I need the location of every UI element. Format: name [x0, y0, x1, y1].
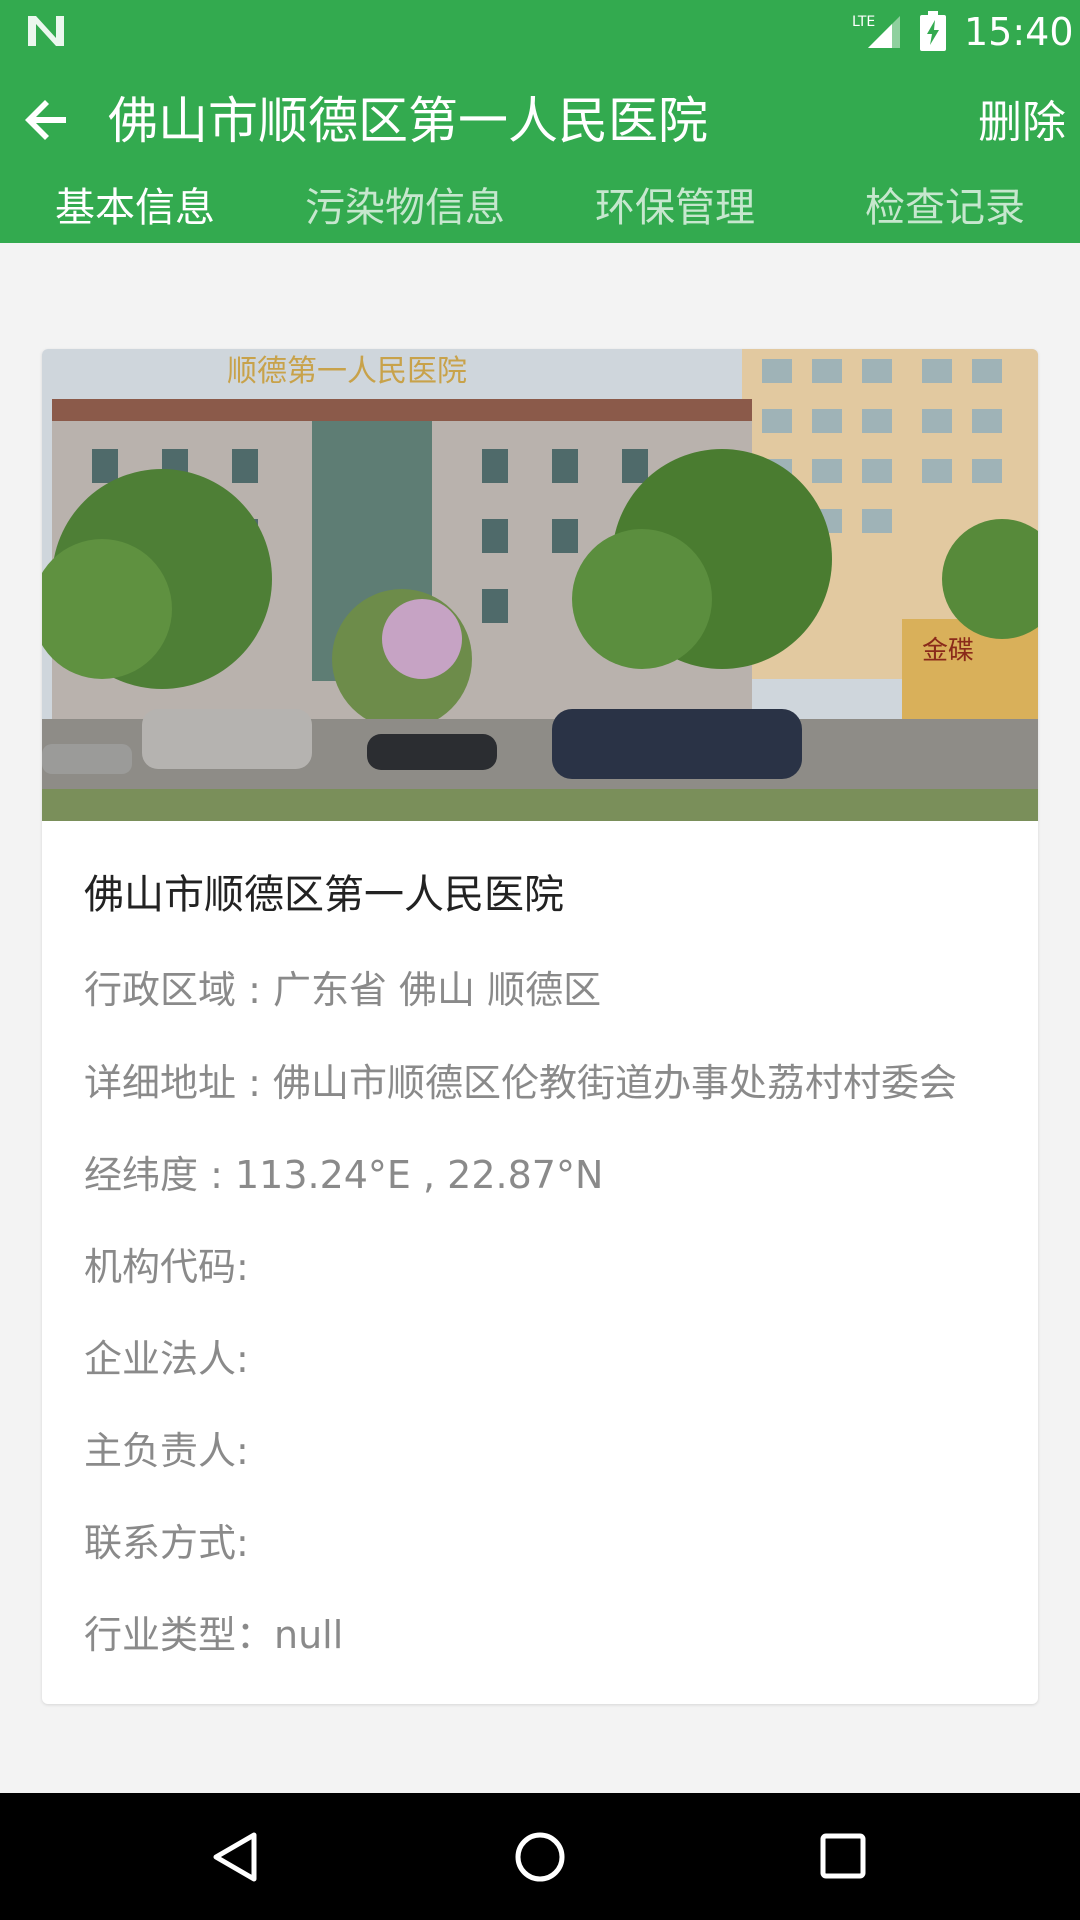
- delete-button[interactable]: 删除: [978, 95, 1066, 151]
- battery-charging-icon: [920, 11, 946, 51]
- info-contact: 联系方式:: [84, 1521, 249, 1565]
- info-address: 详细地址 : 佛山市顺德区伦教街道办事处荔村村委会: [84, 1061, 957, 1105]
- status-time: 15:40: [964, 10, 1074, 54]
- network-label: LTE: [852, 14, 875, 30]
- card-title: 佛山市顺德区第一人民医院: [84, 872, 564, 918]
- tab-inspection-records[interactable]: 检查记录: [810, 173, 1080, 243]
- info-industry-type: 行业类型：null: [84, 1613, 344, 1657]
- info-legal-person: 企业法人:: [84, 1337, 249, 1381]
- tab-bar: 基本信息 污染物信息 环保管理 检查记录: [0, 173, 1080, 243]
- photo-sign: 顺德第一人民医院: [227, 354, 467, 389]
- info-card: 顺德第一人民医院 金碟 佛山市顺德区第一人民医院 行政区域 : 广东省 佛山 顺…: [42, 349, 1038, 1704]
- info-coordinates: 经纬度 : 113.24°E , 22.87°N: [84, 1153, 604, 1197]
- navigation-bar: [0, 1793, 1080, 1920]
- nav-home-icon[interactable]: [514, 1831, 566, 1883]
- tab-pollutant-info[interactable]: 污染物信息: [270, 173, 540, 243]
- info-responsible-person: 主负责人:: [84, 1429, 249, 1473]
- info-org-code: 机构代码:: [84, 1245, 249, 1289]
- n-logo-icon: [28, 16, 64, 46]
- signal-icon: LTE: [852, 14, 900, 48]
- nav-back-icon[interactable]: [210, 1831, 260, 1883]
- tab-basic-info[interactable]: 基本信息: [0, 173, 270, 243]
- arrow-back-icon[interactable]: [22, 95, 72, 145]
- tab-env-management[interactable]: 环保管理: [540, 173, 810, 243]
- photo-side-sign: 金碟: [922, 636, 974, 666]
- status-bar: LTE 15:40: [0, 0, 1080, 63]
- app-bar: 佛山市顺德区第一人民医院 删除 基本信息 污染物信息 环保管理 检查记录: [0, 63, 1080, 243]
- page-title: 佛山市顺德区第一人民医院: [108, 92, 708, 150]
- nav-recents-icon[interactable]: [820, 1833, 866, 1879]
- info-region: 行政区域 : 广东省 佛山 顺德区: [84, 968, 602, 1012]
- hospital-photo: 顺德第一人民医院 金碟: [42, 349, 1038, 821]
